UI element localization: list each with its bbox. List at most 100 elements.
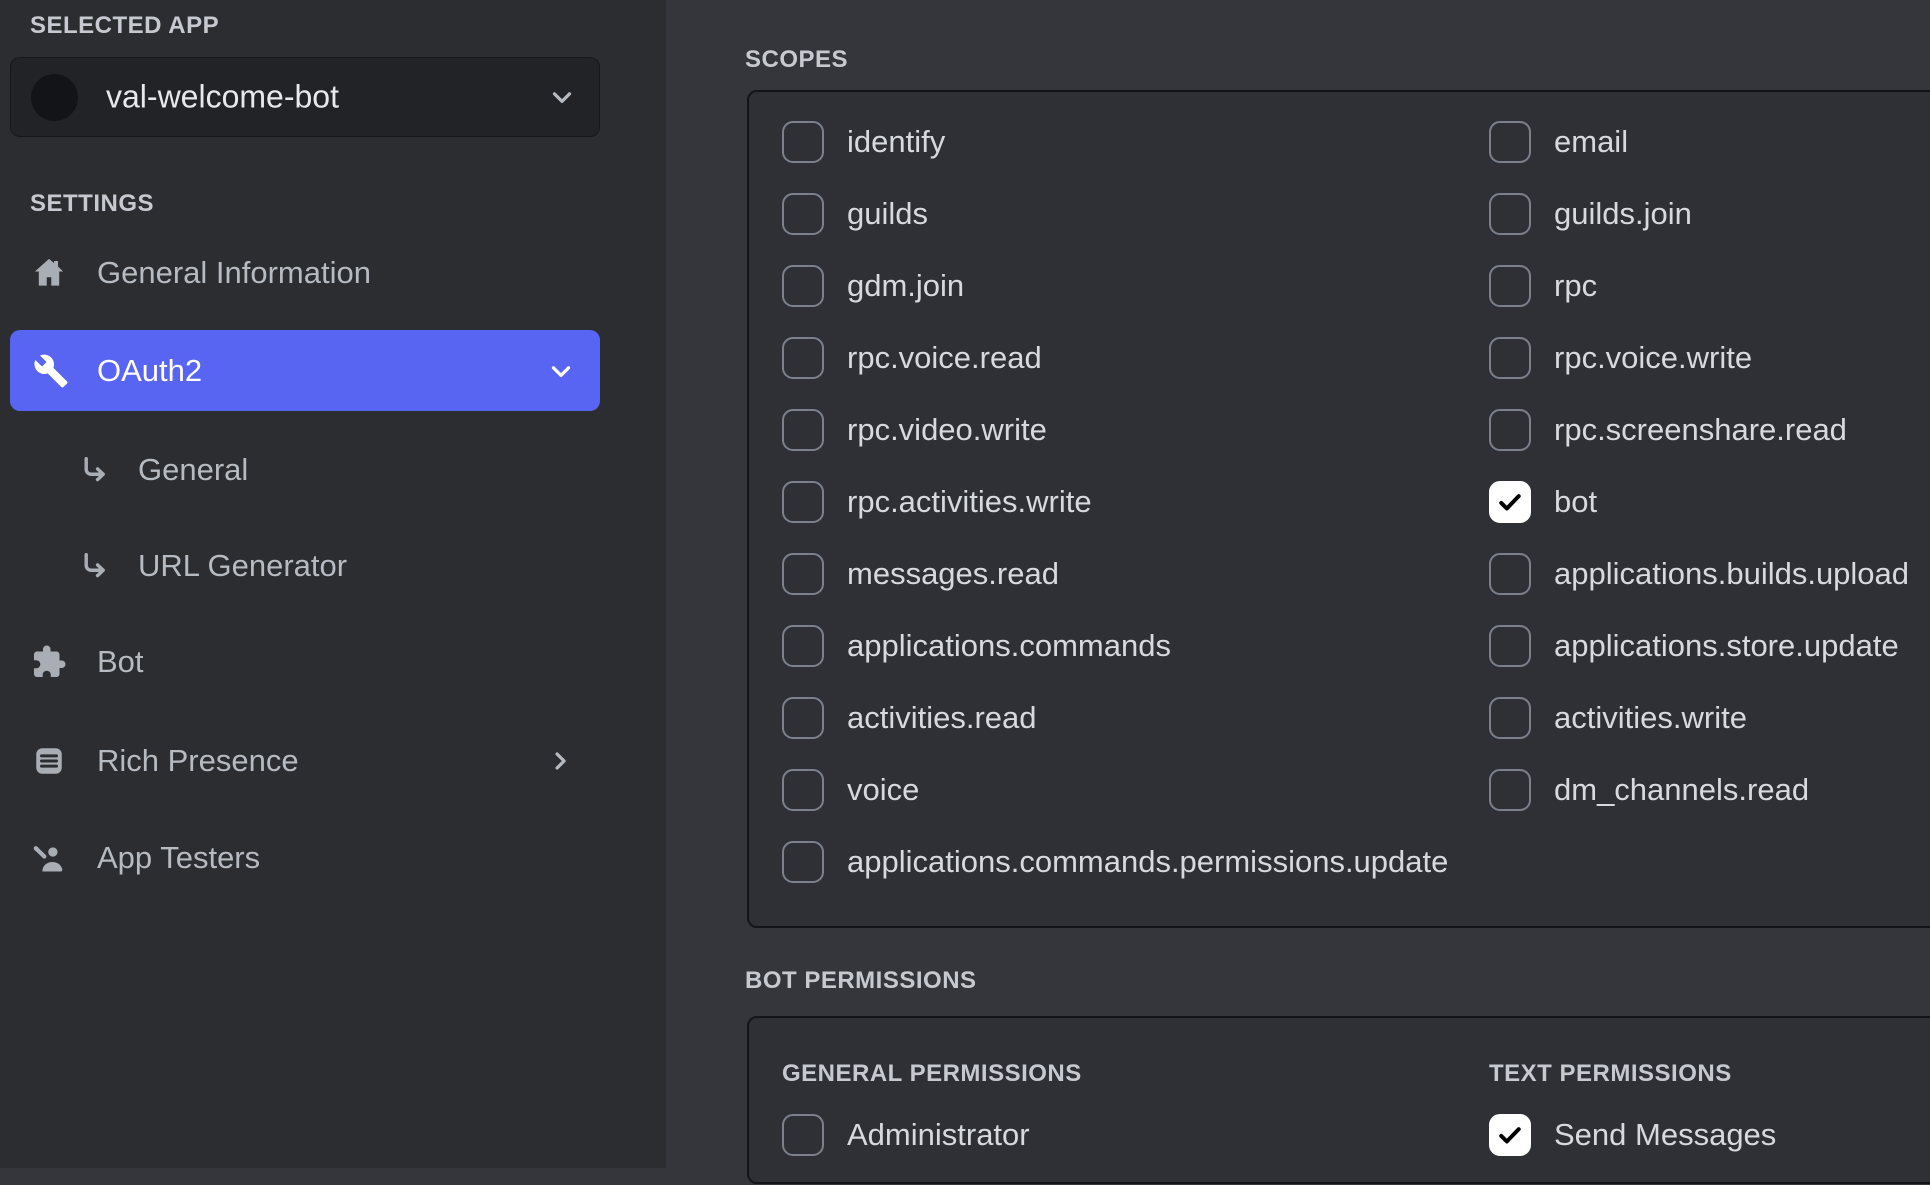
scopes-column-left: identify guilds gdm.join rpc.voice.read rpc.…: [782, 120, 1489, 912]
scope-checkbox-rpc[interactable]: [1489, 265, 1531, 307]
scope-row: applications.builds.upload: [1489, 552, 1924, 596]
sidebar-item-label: App Testers: [97, 840, 260, 876]
scope-checkbox-applications-builds-upload[interactable]: [1489, 553, 1531, 595]
check-icon: [1496, 1121, 1524, 1149]
scopes-card: identify guilds gdm.join rpc.voice.read rpc.…: [747, 90, 1930, 928]
app-selector-dropdown[interactable]: val-welcome-bot: [10, 57, 600, 137]
sidebar-item-label: Bot: [97, 644, 144, 680]
scope-row: rpc.activities.write: [782, 480, 1489, 524]
scope-checkbox-guilds[interactable]: [782, 193, 824, 235]
scope-row: guilds.join: [1489, 192, 1924, 236]
scope-checkbox-applications-commands-permissions-update[interactable]: [782, 841, 824, 883]
puzzle-icon: [30, 643, 68, 681]
scope-label: guilds: [847, 196, 928, 232]
sidebar: SELECTED APP val-welcome-bot SETTINGS Ge…: [0, 0, 666, 1168]
sidebar-item-bot[interactable]: Bot: [10, 623, 600, 701]
permission-row: Administrator: [782, 1113, 1489, 1157]
scope-checkbox-dm-channels-read[interactable]: [1489, 769, 1531, 811]
scope-label: rpc.screenshare.read: [1554, 412, 1847, 448]
scope-label: gdm.join: [847, 268, 964, 304]
sidebar-item-general-information[interactable]: General Information: [10, 234, 600, 312]
scope-row: guilds: [782, 192, 1489, 236]
scope-label: applications.builds.upload: [1554, 556, 1909, 592]
scope-label: bot: [1554, 484, 1597, 520]
sidebar-item-label: Rich Presence: [97, 743, 299, 779]
sidebar-item-label: General: [138, 452, 248, 488]
bot-permissions-card: GENERAL PERMISSIONS Administrator TEXT P…: [747, 1016, 1930, 1184]
permission-checkbox-send-messages[interactable]: [1489, 1114, 1531, 1156]
scope-checkbox-rpc-activities-write[interactable]: [782, 481, 824, 523]
scope-label: rpc.voice.read: [847, 340, 1042, 376]
sidebar-subitem-url-generator[interactable]: URL Generator: [10, 527, 600, 605]
settings-label: SETTINGS: [30, 190, 154, 218]
permissions-column-header: TEXT PERMISSIONS: [1489, 1060, 1924, 1088]
permissions-column-general: GENERAL PERMISSIONS Administrator: [782, 1060, 1489, 1185]
chevron-down-icon: [546, 356, 576, 386]
scope-label: voice: [847, 772, 919, 808]
scope-checkbox-email[interactable]: [1489, 121, 1531, 163]
sidebar-item-rich-presence[interactable]: Rich Presence: [10, 722, 600, 800]
scope-checkbox-identify[interactable]: [782, 121, 824, 163]
scope-row: rpc.voice.read: [782, 336, 1489, 380]
chevron-down-icon: [547, 82, 577, 112]
sidebar-item-label: General Information: [97, 255, 371, 291]
scope-row: rpc.voice.write: [1489, 336, 1924, 380]
scopes-column-right: email guilds.join rpc rpc.voice.write rpc.sc…: [1489, 120, 1924, 912]
scope-checkbox-activities-write[interactable]: [1489, 697, 1531, 739]
home-icon: [30, 254, 68, 292]
permission-label: Administrator: [847, 1117, 1030, 1153]
scope-checkbox-rpc-screenshare-read[interactable]: [1489, 409, 1531, 451]
person-wave-icon: [30, 839, 68, 877]
permission-label: Send Messages: [1554, 1117, 1776, 1153]
sidebar-item-label: OAuth2: [97, 353, 202, 389]
wrench-icon: [32, 352, 70, 390]
scope-label: identify: [847, 124, 945, 160]
scope-label: email: [1554, 124, 1628, 160]
scope-checkbox-rpc-voice-write[interactable]: [1489, 337, 1531, 379]
sidebar-item-oauth2[interactable]: OAuth2: [10, 330, 600, 411]
scope-label: activities.write: [1554, 700, 1747, 736]
sidebar-item-label: URL Generator: [138, 548, 347, 584]
scope-checkbox-rpc-video-write[interactable]: [782, 409, 824, 451]
scope-label: rpc.activities.write: [847, 484, 1092, 520]
scope-checkbox-messages-read[interactable]: [782, 553, 824, 595]
scope-row: activities.read: [782, 696, 1489, 740]
scope-label: rpc: [1554, 268, 1597, 304]
scope-checkbox-applications-store-update[interactable]: [1489, 625, 1531, 667]
scope-label: applications.store.update: [1554, 628, 1899, 664]
scope-label: activities.read: [847, 700, 1037, 736]
scope-checkbox-activities-read[interactable]: [782, 697, 824, 739]
scope-row: rpc.video.write: [782, 408, 1489, 452]
scope-row: gdm.join: [782, 264, 1489, 308]
scope-row: messages.read: [782, 552, 1489, 596]
scope-label: applications.commands: [847, 628, 1171, 664]
permission-row: Send Messages: [1489, 1113, 1924, 1157]
scope-label: rpc.voice.write: [1554, 340, 1752, 376]
list-icon: [30, 742, 68, 780]
scope-checkbox-rpc-voice-read[interactable]: [782, 337, 824, 379]
permissions-column-header: GENERAL PERMISSIONS: [782, 1060, 1489, 1088]
bot-permissions-title: BOT PERMISSIONS: [745, 967, 977, 995]
main-content: SCOPES identifyguildsgdm.joinrpc.voice.r…: [666, 0, 1930, 1168]
sidebar-item-app-testers[interactable]: App Testers: [10, 819, 600, 897]
sidebar-subitem-general[interactable]: General: [10, 431, 600, 509]
scope-row: bot: [1489, 480, 1924, 524]
scope-checkbox-gdm-join[interactable]: [782, 265, 824, 307]
scope-label: rpc.video.write: [847, 412, 1047, 448]
permission-checkbox-administrator[interactable]: [782, 1114, 824, 1156]
app-avatar: [31, 74, 78, 121]
branch-arrow-icon: [75, 451, 113, 489]
scope-row: applications.commands: [782, 624, 1489, 668]
scope-row: voice: [782, 768, 1489, 812]
scope-checkbox-bot[interactable]: [1489, 481, 1531, 523]
scope-checkbox-guilds-join[interactable]: [1489, 193, 1531, 235]
scope-row: dm_channels.read: [1489, 768, 1924, 812]
scope-label: messages.read: [847, 556, 1059, 592]
scope-label: applications.commands.permissions.update: [847, 844, 1448, 880]
scope-row: applications.store.update: [1489, 624, 1924, 668]
app-name: val-welcome-bot: [106, 79, 339, 116]
scope-row: identify: [782, 120, 1489, 164]
scope-row: rpc.screenshare.read: [1489, 408, 1924, 452]
scope-checkbox-voice[interactable]: [782, 769, 824, 811]
scope-checkbox-applications-commands[interactable]: [782, 625, 824, 667]
